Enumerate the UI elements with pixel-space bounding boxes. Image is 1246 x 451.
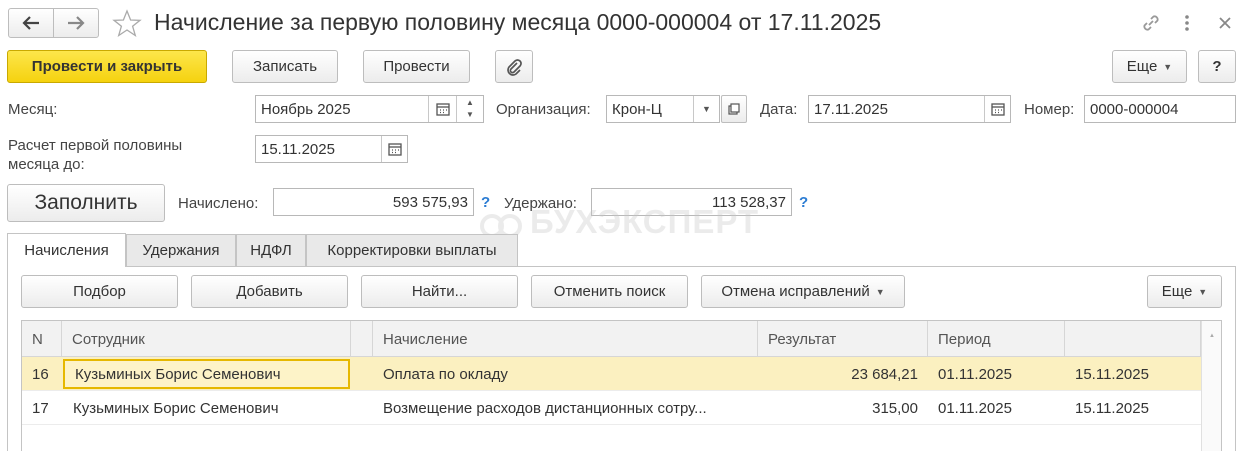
cell-n: 17 — [32, 399, 49, 417]
post-and-close-button[interactable]: Провести и закрыть — [7, 50, 207, 83]
column-header-period-end — [1065, 321, 1201, 357]
tab-accruals[interactable]: Начисления — [7, 233, 126, 267]
month-label: Месяц: — [8, 101, 58, 118]
tab-ndfl[interactable]: НДФЛ — [236, 234, 306, 266]
number-field[interactable]: 0000-000004 — [1084, 95, 1236, 123]
organization-value: Крон-Ц — [612, 100, 662, 118]
save-button[interactable]: Записать — [232, 50, 338, 83]
star-icon[interactable] — [112, 9, 142, 39]
column-header-spacer — [351, 321, 373, 357]
column-header-n[interactable]: N — [22, 321, 62, 357]
calc-until-label: Расчет первой половины месяца до: — [8, 136, 182, 174]
cell-employee[interactable]: Кузьминых Борис Семенович — [63, 391, 350, 425]
find-button[interactable]: Найти... — [361, 275, 518, 308]
organization-label: Организация: — [496, 101, 591, 118]
paperclip-icon — [507, 58, 522, 76]
cell-period-from[interactable]: 01.11.2025 — [928, 391, 1065, 425]
cancel-corrections-button[interactable]: Отмена исправлений ▼ — [701, 275, 905, 308]
caret-down-icon: ▼ — [1198, 286, 1208, 297]
cell-period-to[interactable]: 15.11.2025 — [1065, 391, 1201, 425]
month-stepper[interactable]: ▲ ▼ — [456, 96, 483, 122]
date-field[interactable]: 17.11.2025 — [808, 95, 1011, 123]
close-icon[interactable] — [1216, 14, 1234, 32]
accrued-label: Начислено: — [178, 195, 259, 212]
number-value: 0000-000004 — [1090, 100, 1179, 118]
link-icon[interactable] — [1140, 12, 1162, 34]
calc-until-value: 15.11.2025 — [261, 140, 335, 158]
cell-period-from[interactable]: 01.11.2025 — [928, 357, 1065, 391]
calc-until-field[interactable]: 15.11.2025 — [255, 135, 408, 163]
calendar-button[interactable] — [428, 96, 456, 122]
accruals-table[interactable]: N Сотрудник Начисление Результат Период … — [21, 320, 1222, 451]
cell-period-to[interactable]: 15.11.2025 — [1065, 357, 1201, 391]
column-header-period[interactable]: Период — [928, 321, 1065, 357]
calendar-icon — [435, 103, 450, 116]
scroll-up-icon[interactable]: ▲ — [1209, 333, 1215, 339]
open-window-icon — [728, 103, 740, 115]
more-label: Еще — [1126, 58, 1158, 75]
watermark-text: БУХЭКСПЕРТ — [530, 203, 760, 240]
help-button[interactable]: ? — [1198, 50, 1236, 83]
open-organization-button[interactable] — [721, 95, 747, 123]
calendar-icon — [387, 143, 402, 156]
select-button[interactable]: Подбор — [21, 275, 178, 308]
date-calendar-button[interactable] — [984, 96, 1010, 122]
organization-dropdown[interactable]: ▼ — [693, 96, 719, 122]
cell-result[interactable]: 23 684,21 — [758, 357, 928, 391]
back-button[interactable] — [8, 8, 54, 38]
cancel-corrections-label: Отмена исправлений — [721, 283, 870, 300]
tab-payment-corrections[interactable]: Корректировки выплаты — [306, 234, 518, 266]
table-row[interactable]: 16 Кузьминых Борис Семенович Оплата по о… — [22, 357, 1221, 391]
attach-button[interactable] — [495, 50, 533, 83]
calc-until-calendar-button[interactable] — [381, 136, 407, 162]
table-header: N Сотрудник Начисление Результат Период — [22, 321, 1221, 357]
number-label: Номер: — [1024, 101, 1075, 118]
accrued-field: 593 575,93 — [273, 188, 474, 216]
calc-until-label-line2: месяца до: — [8, 156, 85, 173]
withheld-help-icon[interactable]: ? — [799, 194, 808, 211]
organization-field[interactable]: Крон-Ц ▼ — [606, 95, 720, 123]
date-value: 17.11.2025 — [814, 100, 888, 118]
caret-down-icon: ▼ — [1163, 61, 1173, 72]
caret-down-icon: ▼ — [702, 104, 711, 114]
month-value: Ноябрь 2025 — [261, 100, 351, 118]
caret-down-icon: ▼ — [875, 286, 885, 297]
step-down-icon[interactable]: ▼ — [466, 109, 474, 121]
more-vertical-icon[interactable] — [1180, 12, 1194, 34]
cell-accrual[interactable]: Оплата по окладу — [373, 357, 758, 391]
watermark: БУХЭКСПЕРТ — [478, 203, 759, 241]
calendar-icon — [990, 103, 1005, 116]
more-button[interactable]: Еще ▼ — [1112, 50, 1187, 83]
tab-deductions[interactable]: Удержания — [126, 234, 236, 266]
cell-n: 16 — [32, 365, 49, 383]
calc-until-label-line1: Расчет первой половины — [8, 137, 183, 154]
post-button[interactable]: Провести — [363, 50, 470, 83]
accrued-value: 593 575,93 — [392, 193, 468, 211]
cancel-search-button[interactable]: Отменить поиск — [531, 275, 688, 308]
cell-result[interactable]: 315,00 — [758, 391, 928, 425]
table-more-label: Еще — [1161, 283, 1193, 300]
cell-accrual[interactable]: Возмещение расходов дистанционных сотру.… — [373, 391, 758, 425]
cell-employee[interactable]: Кузьминых Борис Семенович — [63, 359, 350, 389]
column-header-employee[interactable]: Сотрудник — [62, 321, 351, 357]
arrow-left-icon — [22, 16, 39, 30]
column-header-accrual[interactable]: Начисление — [373, 321, 758, 357]
table-scrollbar[interactable]: ▲ — [1201, 321, 1221, 451]
date-label: Дата: — [760, 101, 798, 118]
column-header-result[interactable]: Результат — [758, 321, 928, 357]
forward-button[interactable] — [53, 8, 99, 38]
add-button[interactable]: Добавить — [191, 275, 348, 308]
month-field[interactable]: Ноябрь 2025 ▲ ▼ — [255, 95, 484, 123]
arrow-right-icon — [68, 16, 85, 30]
fill-button[interactable]: Заполнить — [7, 184, 165, 222]
window-title: Начисление за первую половину месяца 000… — [154, 9, 882, 35]
step-up-icon[interactable]: ▲ — [466, 97, 474, 109]
table-more-button[interactable]: Еще ▼ — [1147, 275, 1222, 308]
table-row[interactable]: 17 Кузьминых Борис Семенович Возмещение … — [22, 391, 1221, 425]
